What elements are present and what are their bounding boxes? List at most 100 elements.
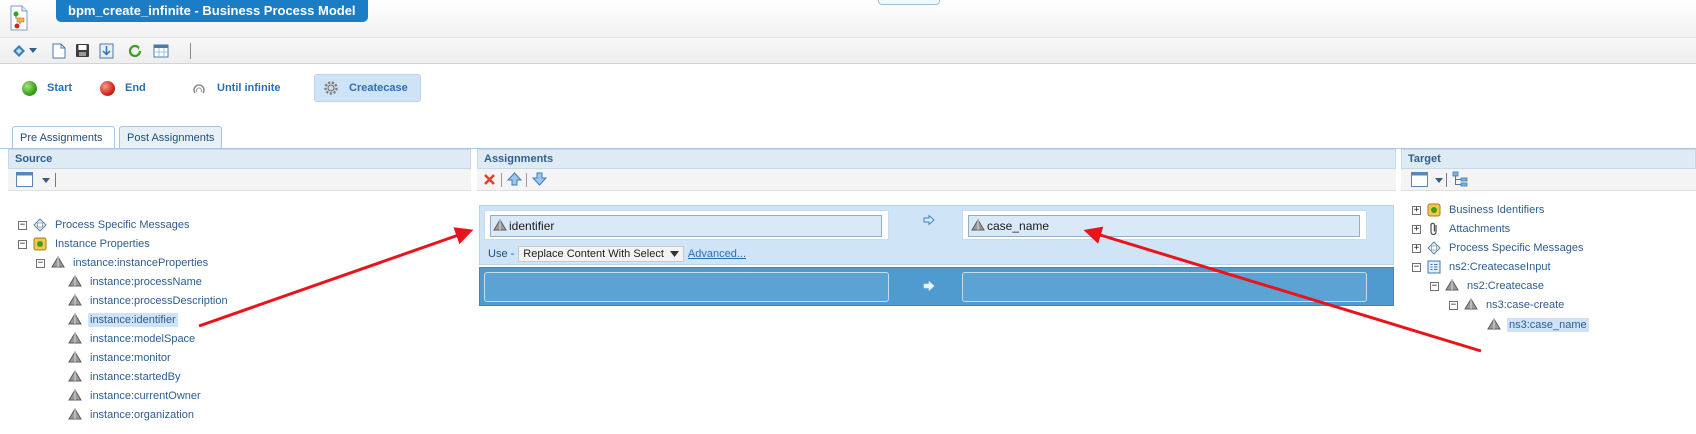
expand-toggle[interactable]: +	[1412, 243, 1421, 253]
title-strip: bpm_create_infinite - Business Process M…	[0, 0, 1696, 38]
tree-item-attachments[interactable]: + Attachments	[1412, 220, 1512, 238]
toolbar-separator	[1446, 173, 1447, 187]
assignments-panel-toolbar	[477, 169, 1396, 191]
element-icon	[1487, 318, 1501, 332]
use-option-line: Use - Replace Content With Select Advanc…	[488, 246, 746, 262]
element-icon	[493, 219, 507, 233]
tree-item-model-space[interactable]: instance:modelSpace	[68, 330, 197, 348]
use-label: Use -	[488, 248, 515, 260]
message-folder-icon	[1427, 241, 1441, 255]
main-toolbar	[0, 38, 1696, 64]
export-icon[interactable]	[98, 42, 115, 59]
toolbar-separator	[526, 173, 527, 187]
advanced-link[interactable]: Advanced...	[688, 248, 746, 260]
assignments-panel: Assignments identifier case_name Use - R…	[477, 149, 1396, 434]
gear-icon	[323, 80, 339, 96]
tree-structure-icon[interactable]	[1452, 171, 1469, 188]
empty-source-field[interactable]	[484, 272, 889, 302]
toolbar-separator	[501, 173, 502, 187]
expand-toggle[interactable]: +	[1412, 224, 1421, 234]
chevron-down-icon[interactable]	[1435, 178, 1443, 183]
assign-arrow-icon	[923, 281, 935, 291]
flow-node-start[interactable]: Start	[14, 74, 80, 102]
element-icon	[68, 351, 82, 365]
element-icon	[68, 389, 82, 403]
tree-item-instance-properties[interactable]: − Instance Properties	[18, 235, 152, 253]
new-page-icon[interactable]	[50, 42, 67, 59]
grid-icon[interactable]	[152, 42, 169, 59]
tab-post-assignments[interactable]: Post Assignments	[119, 126, 222, 149]
process-flow-nodes: Start End Until infinite Createcase	[0, 64, 1696, 108]
save-icon[interactable]	[74, 42, 91, 59]
tree-item-process-specific-messages[interactable]: − Process Specific Messages	[18, 216, 192, 234]
tree-item-organization[interactable]: instance:organization	[68, 406, 196, 424]
flow-node-createcase[interactable]: Createcase	[314, 74, 421, 102]
assignment-row-empty[interactable]	[479, 267, 1394, 306]
model-icon[interactable]	[10, 42, 27, 59]
element-icon	[68, 370, 82, 384]
tree-item-process-description[interactable]: instance:processDescription	[68, 292, 230, 310]
element-icon	[1464, 298, 1478, 312]
element-icon	[68, 313, 82, 327]
tree-item-identifier[interactable]: instance:identifier	[68, 311, 178, 329]
flow-node-label: Start	[47, 82, 73, 94]
editor-title-tab[interactable]: bpm_create_infinite - Business Process M…	[56, 0, 368, 22]
source-panel-header: Source	[8, 149, 471, 169]
tree-item-process-name[interactable]: instance:processName	[68, 273, 204, 291]
tree-item-case-name[interactable]: ns3:case_name	[1487, 316, 1589, 334]
expand-toggle[interactable]: +	[1412, 205, 1421, 215]
move-up-icon[interactable]	[507, 172, 522, 186]
collapse-handle[interactable]	[878, 0, 940, 5]
target-expression-field[interactable]: case_name	[968, 215, 1360, 237]
element-icon	[68, 294, 82, 308]
collapse-toggle[interactable]: −	[1449, 300, 1458, 310]
chevron-down-icon[interactable]	[42, 178, 50, 183]
use-mode-value: Replace Content With Select	[523, 248, 664, 260]
use-mode-select[interactable]: Replace Content With Select	[518, 246, 684, 262]
element-icon	[1445, 279, 1459, 293]
assign-arrow-icon	[923, 215, 935, 225]
source-expression-field[interactable]: identifier	[490, 215, 882, 237]
tree-item-case-create[interactable]: − ns3:case-create	[1449, 296, 1566, 314]
tree-item-instance-properties-element[interactable]: − instance:instanceProperties	[36, 254, 210, 272]
view-icon[interactable]	[16, 172, 33, 187]
dropdown-arrow-icon[interactable]	[28, 42, 38, 59]
source-panel-toolbar	[8, 169, 471, 191]
element-icon	[68, 408, 82, 422]
tree-item-business-identifiers[interactable]: + Business Identifiers	[1412, 201, 1546, 219]
assignment-row[interactable]: identifier case_name Use - Replace Conte…	[479, 205, 1394, 265]
empty-target-field[interactable]	[962, 272, 1367, 302]
delete-icon[interactable]	[483, 173, 496, 186]
tree-item-createcase-input[interactable]: − ns2:CreatecaseInput	[1412, 258, 1553, 276]
tree-item-process-specific-messages[interactable]: + Process Specific Messages	[1412, 239, 1586, 257]
message-icon	[1427, 260, 1441, 274]
view-icon[interactable]	[1411, 172, 1428, 187]
flow-node-until-infinite[interactable]: Until infinite	[183, 74, 289, 102]
properties-icon	[1427, 203, 1441, 217]
collapse-toggle[interactable]: −	[36, 258, 45, 268]
refresh-icon[interactable]	[126, 42, 143, 59]
chevron-down-icon	[669, 251, 679, 257]
collapse-toggle[interactable]: −	[1430, 281, 1439, 291]
flow-node-label: End	[125, 82, 146, 94]
move-down-icon[interactable]	[532, 172, 547, 186]
collapse-toggle[interactable]: −	[1412, 262, 1421, 272]
tab-pre-assignments[interactable]: Pre Assignments	[12, 126, 115, 150]
tree-item-current-owner[interactable]: instance:currentOwner	[68, 387, 203, 405]
collapse-toggle[interactable]: −	[18, 220, 27, 230]
element-icon	[68, 275, 82, 289]
tree-item-started-by[interactable]: instance:startedBy	[68, 368, 183, 386]
flow-node-end[interactable]: End	[92, 74, 154, 102]
tree-item-monitor[interactable]: instance:monitor	[68, 349, 173, 367]
target-panel: Target + Business Identifiers + Attachme…	[1401, 149, 1696, 434]
end-dot-icon	[100, 80, 115, 96]
assignments-panel-header: Assignments	[477, 149, 1396, 169]
tree-item-createcase[interactable]: − ns2:Createcase	[1430, 277, 1546, 295]
start-dot-icon	[22, 80, 37, 96]
paperclip-icon	[1427, 222, 1441, 236]
collapse-toggle[interactable]: −	[18, 239, 27, 249]
element-icon	[51, 256, 65, 270]
flow-node-label: Until infinite	[217, 82, 281, 94]
source-panel: Source − Process Specific Messages − Ins…	[8, 149, 471, 434]
target-panel-toolbar	[1401, 169, 1696, 191]
